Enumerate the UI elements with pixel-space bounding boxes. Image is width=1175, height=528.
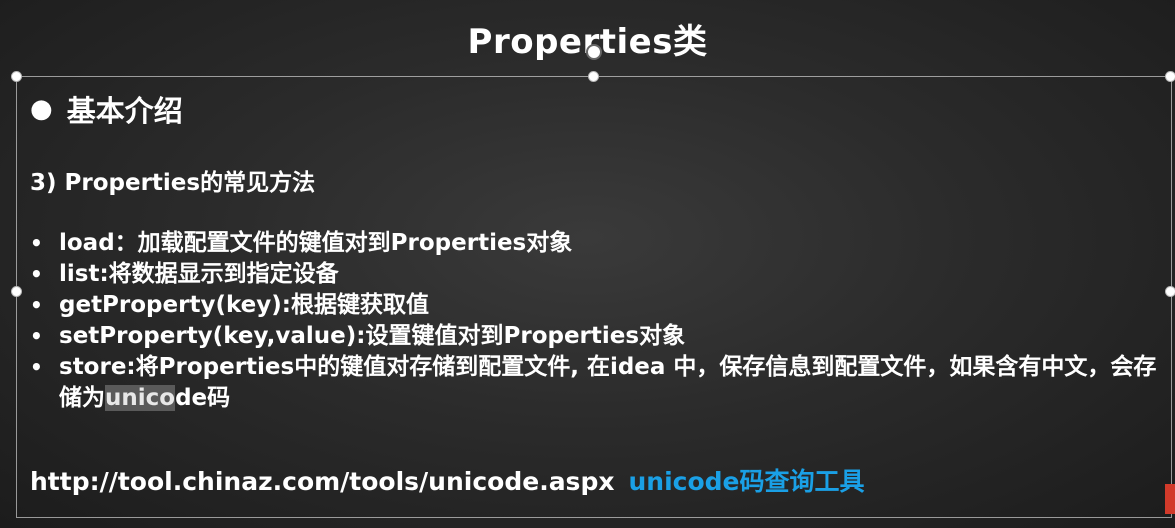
resize-handle-top-left[interactable]: [11, 71, 22, 82]
list-item: • load：加载配置文件的键值对到Properties对象: [30, 228, 1160, 259]
resize-handle-middle-left[interactable]: [11, 286, 22, 297]
store-text-end: de码: [175, 385, 231, 411]
slide-canvas: Properties类 ● 基本介绍 3) Properties的常见方法 • …: [0, 0, 1175, 528]
list-item: • list:将数据显示到指定设备: [30, 259, 1160, 290]
resize-handle-middle-right[interactable]: [1165, 286, 1175, 297]
method-text: setProperty(key,value):设置键值对到Properties对…: [59, 323, 686, 349]
methods-list: • load：加载配置文件的键值对到Properties对象 • list:将数…: [30, 228, 1160, 414]
subheading: 3) Properties的常见方法: [30, 170, 316, 196]
method-text: getProperty(key):根据键获取值: [59, 292, 429, 318]
list-item: • store:将Properties中的键值对存储到配置文件, 在idea 中…: [30, 352, 1160, 414]
list-bullet-icon: •: [30, 324, 43, 348]
list-bullet-icon: •: [30, 262, 43, 286]
list-bullet-icon: •: [30, 355, 43, 379]
rotate-handle[interactable]: [586, 44, 602, 60]
text-selection-highlight[interactable]: unico: [105, 385, 176, 411]
section-heading: ● 基本介绍: [30, 88, 183, 130]
list-item: • setProperty(key,value):设置键值对到Propertie…: [30, 321, 1160, 352]
resize-handle-top-right[interactable]: [1165, 71, 1175, 82]
link-row: http://tool.chinaz.com/tools/unicode.asp…: [30, 462, 864, 498]
bullet-dot-icon: ●: [30, 94, 53, 124]
method-text: store:将Properties中的键值对存储到配置文件, 在idea 中，保…: [59, 352, 1160, 414]
list-bullet-icon: •: [30, 231, 43, 255]
resize-handle-top-center[interactable]: [588, 71, 599, 82]
unicode-tool-label[interactable]: unicode码查询工具: [628, 467, 864, 496]
unicode-tool-url[interactable]: http://tool.chinaz.com/tools/unicode.asp…: [30, 467, 614, 496]
window-edge-marker: [1165, 484, 1175, 514]
section-heading-text: 基本介绍: [66, 94, 183, 128]
method-text: load：加载配置文件的键值对到Properties对象: [59, 230, 573, 256]
method-text: list:将数据显示到指定设备: [59, 261, 339, 287]
list-bullet-icon: •: [30, 293, 43, 317]
list-item: • getProperty(key):根据键获取值: [30, 290, 1160, 321]
